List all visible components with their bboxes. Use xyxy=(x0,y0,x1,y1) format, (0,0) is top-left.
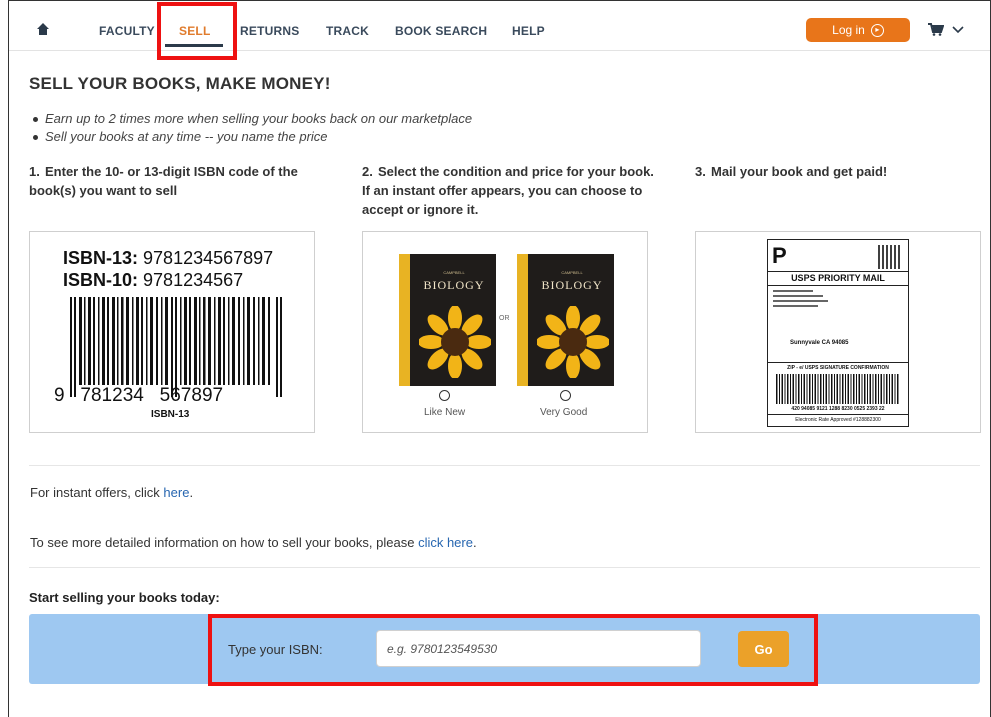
barcode-image xyxy=(70,297,282,397)
nav-returns[interactable]: RETURNS xyxy=(240,24,299,38)
book-title: BIOLOGY xyxy=(423,278,485,292)
step-text: Enter the 10- or 13-digit ISBN code of t… xyxy=(29,164,298,198)
isbn-highlight-box xyxy=(208,614,818,686)
cart-icon[interactable] xyxy=(928,23,945,41)
ship-to-address: Sunnyvale CA 94085 xyxy=(790,340,849,346)
nav-faculty[interactable]: FACULTY xyxy=(99,24,155,38)
barcode-digits: 9 781234 567897 xyxy=(54,385,224,406)
nav-help[interactable]: HELP xyxy=(512,24,545,38)
step-text: Mail your book and get paid! xyxy=(711,164,888,179)
isbn13-line: ISBN-13: 9781234567897 xyxy=(63,248,274,268)
isbn-example-panel: ISBN-13: 9781234567897 ISBN-10: 97812345… xyxy=(29,231,315,433)
book-cover-very-good: CAMPBELL BIOLOGY xyxy=(517,254,614,386)
sunflower-image xyxy=(537,306,609,378)
shipping-example-panel: P USPS PRIORITY MAIL Sunnyvale CA 94085 … xyxy=(695,231,981,433)
divider xyxy=(29,567,980,568)
chevron-down-icon[interactable] xyxy=(951,22,965,41)
ship-from-lines xyxy=(773,290,833,307)
step-3: 3. Mail your book and get paid! xyxy=(695,162,955,181)
radio-like-new[interactable] xyxy=(439,390,450,401)
login-button[interactable]: Log in ▸ xyxy=(806,18,910,42)
book-title: BIOLOGY xyxy=(541,278,603,292)
shipping-label-image: P USPS PRIORITY MAIL Sunnyvale CA 94085 … xyxy=(767,239,909,427)
book-author: CAMPBELL xyxy=(443,270,465,275)
tracking-barcode xyxy=(776,374,900,404)
instant-offer-text: For instant offers, click here. xyxy=(30,485,194,500)
instant-offer-link[interactable]: here xyxy=(163,485,189,500)
detail-info-link[interactable]: click here xyxy=(418,535,473,550)
priority-badge: P xyxy=(772,243,787,268)
book-spine xyxy=(399,254,410,386)
step-number: 3. xyxy=(695,164,706,179)
step-2: 2. Select the condition and price for you… xyxy=(362,162,658,219)
sunflower-image xyxy=(419,306,491,378)
page-title: SELL YOUR BOOKS, MAKE MONEY! xyxy=(29,74,331,93)
mail-class-label: USPS PRIORITY MAIL xyxy=(791,273,885,283)
or-label: OR xyxy=(499,315,510,322)
condition-label-very-good: Very Good xyxy=(540,407,588,418)
step-1: 1. Enter the 10- or 13-digit ISBN code of… xyxy=(29,162,329,200)
login-label: Log in xyxy=(832,23,865,37)
step-text: Select the condition and price for your … xyxy=(362,164,654,217)
detail-info-text: To see more detailed information on how … xyxy=(30,535,477,550)
isbn10-line: ISBN-10: 9781234567 xyxy=(63,270,244,290)
benefit-item: Sell your books at any time -- you name … xyxy=(33,128,472,146)
barcode-caption: ISBN-13 xyxy=(151,409,190,420)
condition-example-panel: CAMPBELL BIOLOGY OR CAMPBELL BIOLOGY Lik… xyxy=(362,231,648,433)
condition-label-like-new: Like New xyxy=(424,407,466,418)
radio-very-good[interactable] xyxy=(560,390,571,401)
nav-book-search[interactable]: BOOK SEARCH xyxy=(395,24,487,38)
nav-track[interactable]: TRACK xyxy=(326,24,369,38)
book-author: CAMPBELL xyxy=(561,270,583,275)
home-icon[interactable] xyxy=(36,22,50,36)
rate-approval: Electronic Rate Approved #128882300 xyxy=(795,417,881,423)
signature-line: ZIP - e/ USPS SIGNATURE CONFIRMATION xyxy=(787,365,889,371)
step-number: 2. xyxy=(362,164,373,179)
arrow-circle-right-icon: ▸ xyxy=(870,23,884,37)
step-number: 1. xyxy=(29,164,40,179)
tracking-number: 420 94085 9121 1288 8230 0525 2393 22 xyxy=(791,406,885,412)
book-spine xyxy=(517,254,528,386)
sell-highlight-box xyxy=(157,2,237,60)
benefit-item: Earn up to 2 times more when selling you… xyxy=(33,110,472,128)
benefit-list: Earn up to 2 times more when selling you… xyxy=(33,110,472,146)
qr-code-image xyxy=(878,245,902,269)
book-cover-like-new: CAMPBELL BIOLOGY xyxy=(399,254,496,386)
start-selling-heading: Start selling your books today: xyxy=(29,590,220,605)
divider xyxy=(29,465,980,466)
